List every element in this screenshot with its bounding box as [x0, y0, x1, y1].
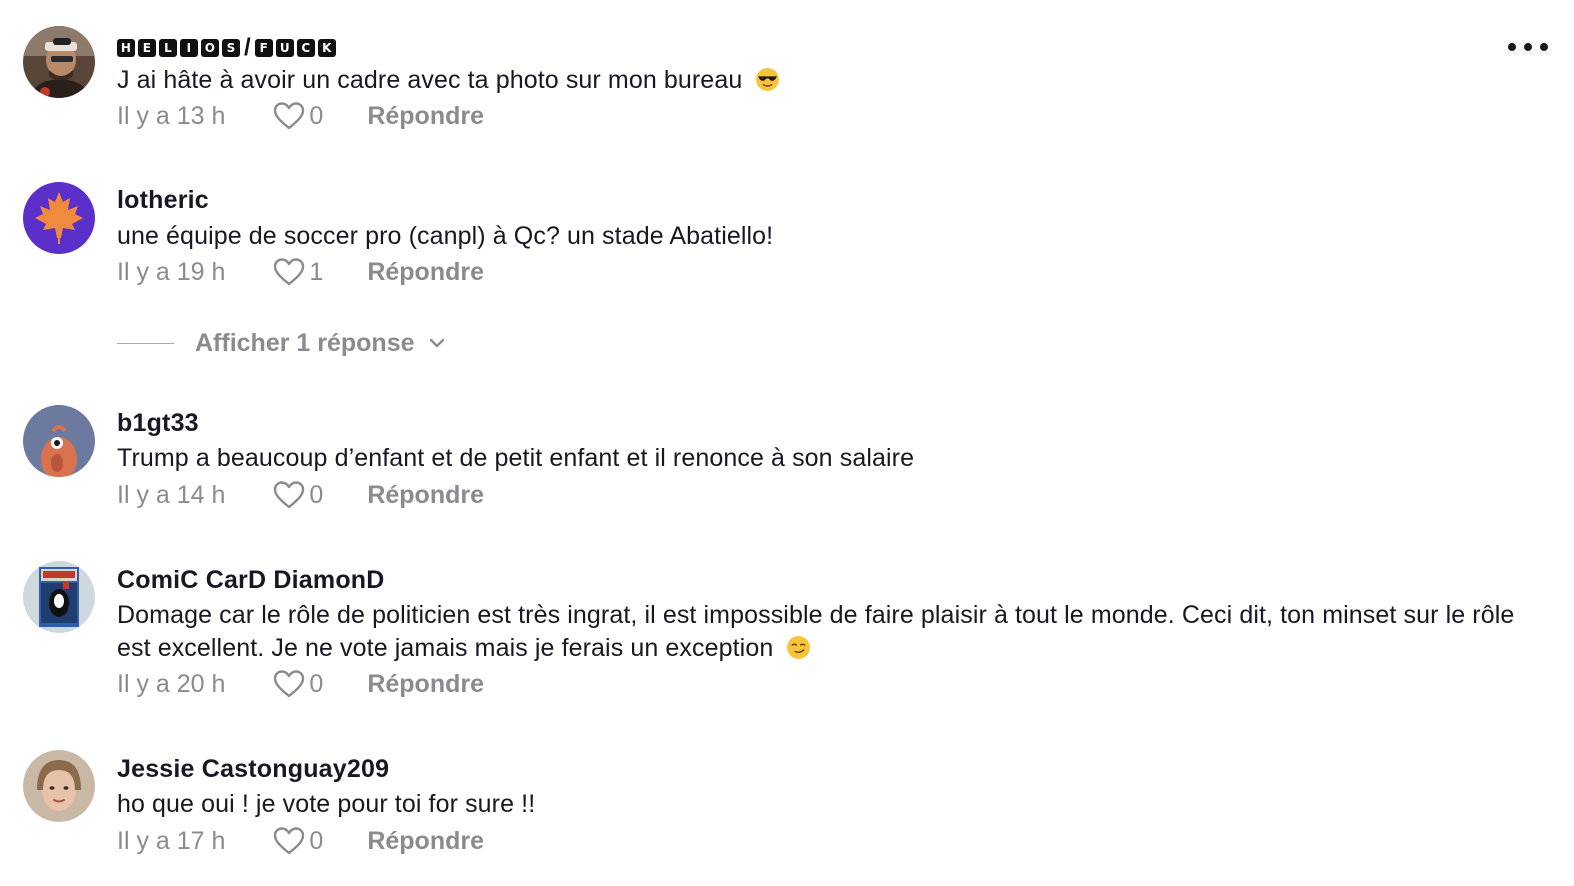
like-button[interactable]: 0	[273, 826, 323, 856]
heart-outline-icon	[274, 481, 305, 509]
more-options-icon[interactable]	[1508, 36, 1548, 58]
comment-meta: Il y a 17 h 0 Répondre	[117, 824, 484, 858]
like-count: 0	[309, 826, 324, 855]
comment-text-content: Domage car le rôle de politicien est trè…	[117, 601, 1515, 662]
avatar[interactable]	[23, 182, 95, 254]
username[interactable]: Jessie Castonguay209	[117, 755, 389, 784]
avatar[interactable]	[23, 405, 95, 477]
username-letter: F	[254, 39, 273, 57]
comic-book-cover-icon	[23, 561, 95, 633]
avatar[interactable]	[23, 561, 95, 633]
heart-outline-icon	[274, 670, 305, 698]
avatar[interactable]	[23, 750, 95, 822]
username-letter: O	[201, 39, 219, 57]
comment-time: Il y a 14 h	[117, 480, 226, 509]
username[interactable]: lotheric	[117, 186, 209, 215]
chevron-down-icon	[429, 338, 444, 348]
comment-text-content: Trump a beaucoup d’enfant et de petit en…	[117, 444, 915, 472]
smirking-face-emoji-icon	[787, 636, 811, 659]
heart-outline-icon	[274, 827, 305, 855]
username[interactable]: ComiC CarD DiamonD	[117, 566, 385, 595]
view-replies-label: Afficher 1 réponse	[195, 328, 415, 357]
comment-text: Domage car le rôle de politicien est trè…	[117, 599, 1537, 665]
heart-outline-icon	[274, 258, 305, 286]
username-letter: E	[138, 39, 156, 57]
avatar-photo-man-icon	[23, 26, 95, 98]
comment-meta: Il y a 20 h 0 Répondre	[117, 667, 484, 701]
username[interactable]: b1gt33	[117, 409, 199, 438]
username-letter: S	[222, 39, 240, 57]
username-letter: U	[275, 39, 294, 57]
username-letter: K	[317, 39, 336, 57]
cartoon-creature-icon	[23, 405, 95, 477]
reply-button[interactable]: Répondre	[367, 670, 484, 699]
reply-button[interactable]: Répondre	[367, 481, 484, 510]
username-letter: L	[159, 39, 177, 57]
username[interactable]: H E L I O S / F U C K	[117, 34, 336, 62]
reply-button[interactable]: Répondre	[367, 102, 484, 131]
like-button[interactable]: 0	[273, 669, 323, 699]
comment-text-content: J ai hâte à avoir un cadre avec ta photo…	[117, 66, 743, 94]
username-slash: /	[244, 34, 251, 61]
like-count: 1	[309, 257, 324, 286]
replies-divider	[117, 342, 174, 344]
comment-text-content: une équipe de soccer pro (canpl) à Qc? u…	[117, 222, 774, 250]
comment-time: Il y a 19 h	[117, 257, 226, 286]
reply-button[interactable]: Répondre	[367, 827, 484, 856]
comment-text: ho que oui ! je vote pour toi for sure !…	[117, 788, 1537, 821]
comment-text-content: ho que oui ! je vote pour toi for sure !…	[117, 790, 536, 818]
comment-time: Il y a 17 h	[117, 826, 226, 855]
username-letter: H	[117, 39, 135, 57]
comment-text: J ai hâte à avoir un cadre avec ta photo…	[117, 64, 1537, 97]
reply-button[interactable]: Répondre	[367, 258, 484, 287]
comment-meta: Il y a 13 h 0 Répondre	[117, 99, 484, 133]
like-button[interactable]: 0	[273, 101, 323, 131]
comment-time: Il y a 20 h	[117, 669, 226, 698]
avatar-photo-woman-icon	[23, 750, 95, 822]
like-count: 0	[309, 669, 324, 698]
more-dot	[1508, 43, 1516, 51]
comment-meta: Il y a 19 h 1 Répondre	[117, 255, 484, 289]
view-replies-button[interactable]: Afficher 1 réponse	[117, 326, 447, 360]
comment-time: Il y a 13 h	[117, 101, 226, 130]
more-dot	[1524, 43, 1532, 51]
like-button[interactable]: 1	[273, 257, 323, 287]
username-letter: C	[296, 39, 315, 57]
comment-text: une équipe de soccer pro (canpl) à Qc? u…	[117, 220, 1537, 253]
like-button[interactable]: 0	[273, 480, 323, 510]
heart-outline-icon	[274, 102, 305, 130]
like-count: 0	[309, 101, 324, 130]
comment-meta: Il y a 14 h 0 Répondre	[117, 478, 484, 512]
comment-text: Trump a beaucoup d’enfant et de petit en…	[117, 442, 1537, 475]
avatar[interactable]	[23, 26, 95, 98]
username-letter: I	[180, 39, 198, 57]
more-dot	[1540, 43, 1548, 51]
like-count: 0	[309, 480, 324, 509]
sunglasses-emoji-icon	[756, 68, 780, 91]
maple-leaf-icon	[23, 182, 95, 254]
